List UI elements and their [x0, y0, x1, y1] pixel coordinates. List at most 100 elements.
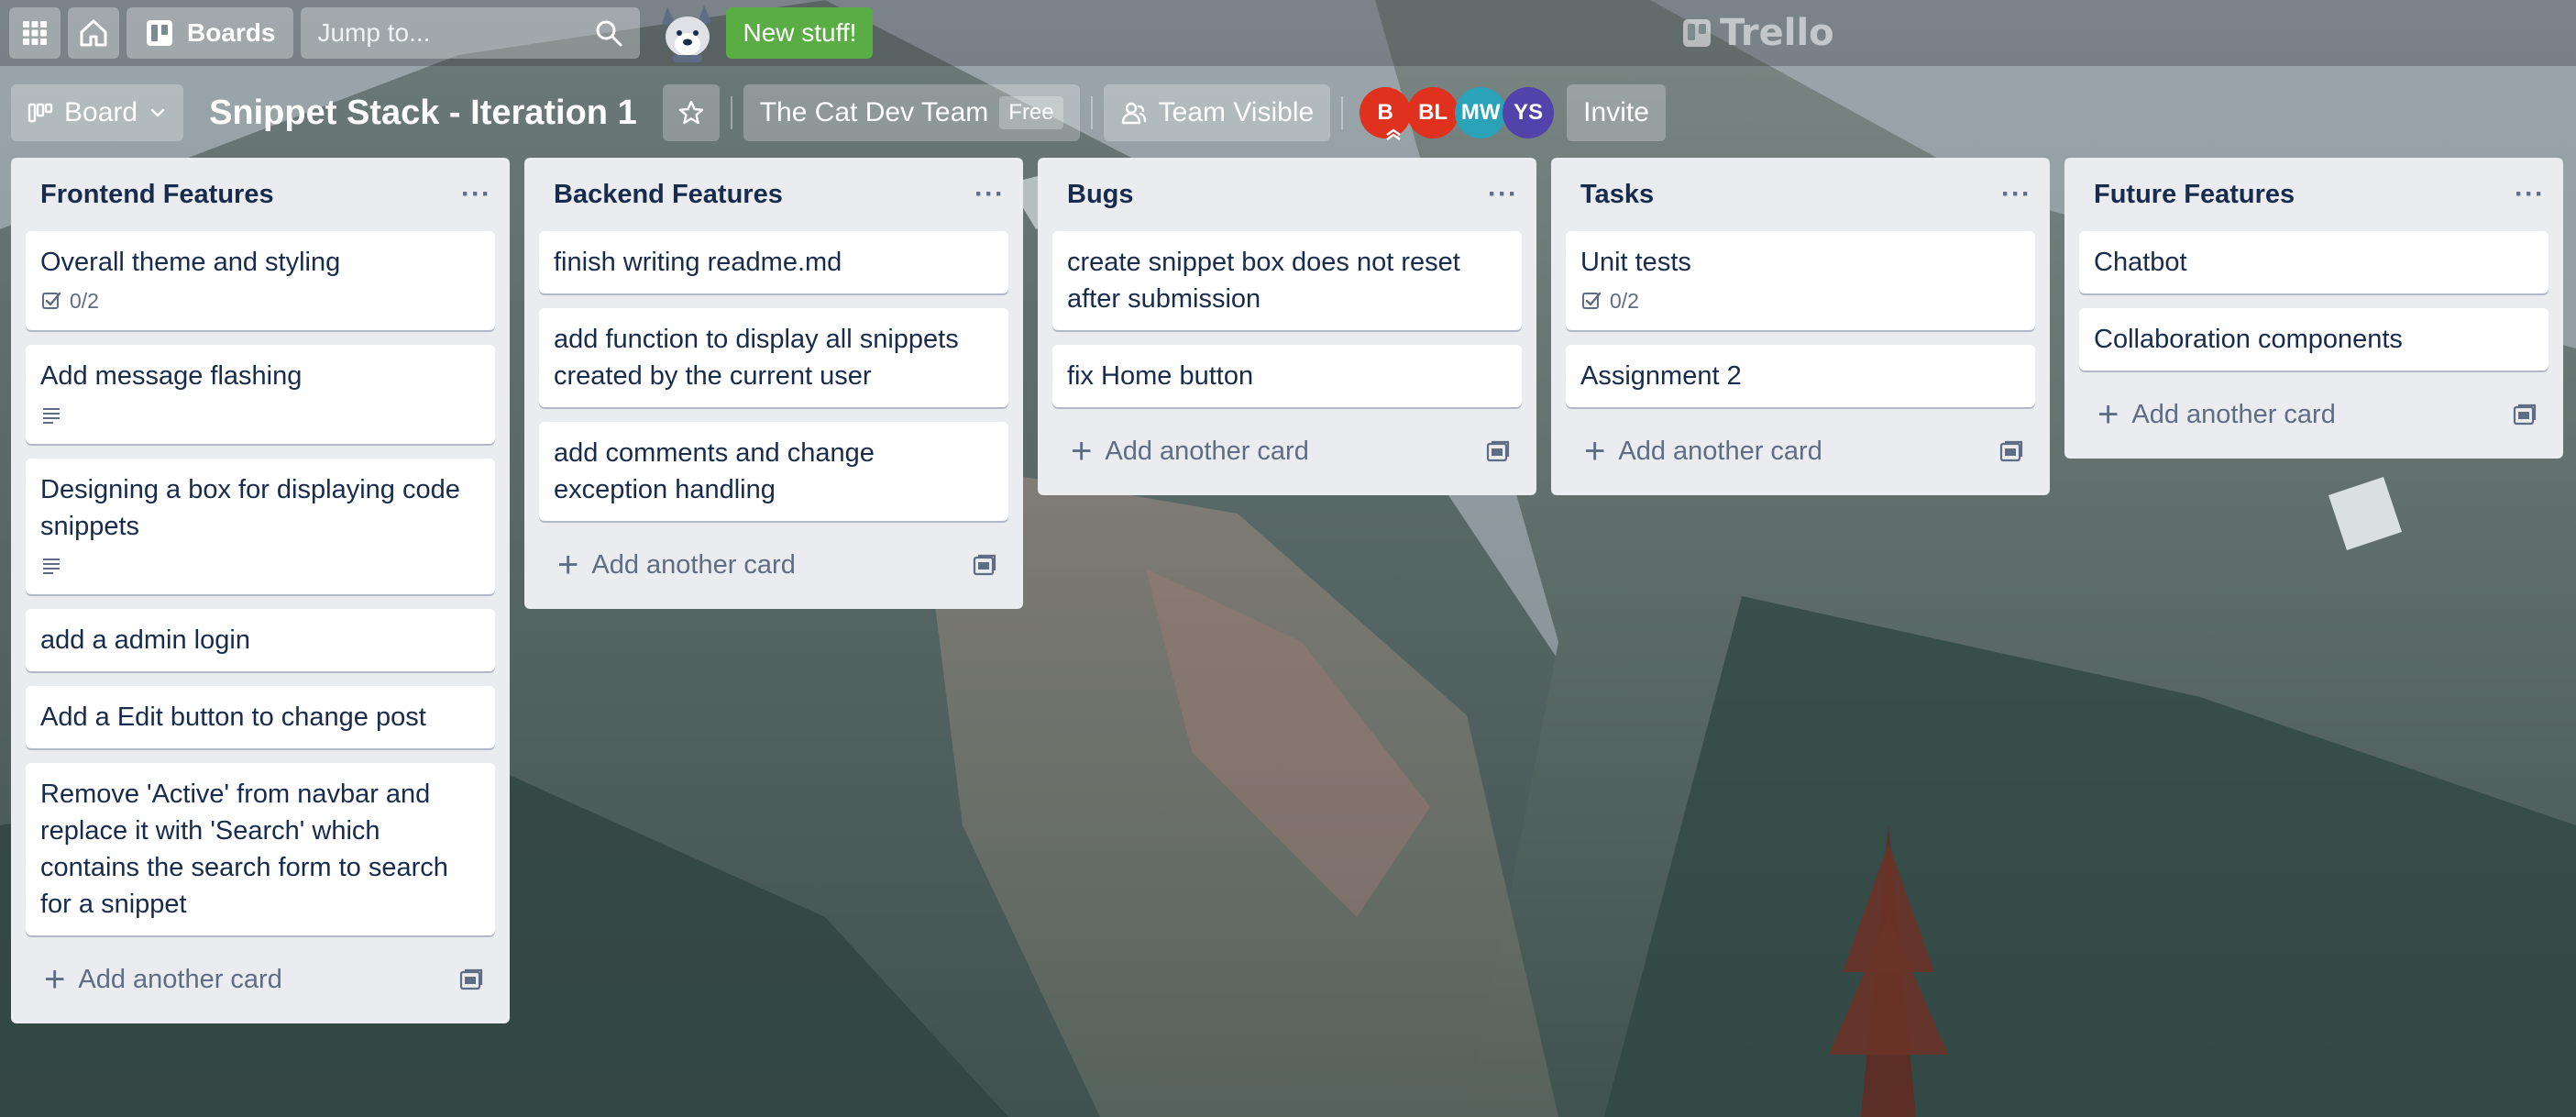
admin-chevron-icon [1386, 128, 1401, 140]
invite-button[interactable]: Invite [1567, 84, 1666, 141]
list-header: Frontend Features ··· [26, 158, 495, 231]
plus-icon: + [1584, 431, 1606, 471]
list-title[interactable]: Future Features [2094, 180, 2295, 210]
card[interactable]: add comments and change exception handli… [539, 422, 1008, 521]
add-card-label: Add another card [78, 964, 282, 994]
card[interactable]: Add a Edit button to change post [26, 686, 495, 748]
card-template-icon[interactable] [2512, 402, 2537, 427]
card-badges: 0/2 [1580, 284, 2020, 317]
star-icon [678, 100, 703, 125]
visibility-label: Team Visible [1158, 97, 1315, 127]
board-view-switcher[interactable]: Board [11, 84, 184, 141]
home-icon [80, 19, 107, 47]
card-badges: 0/2 [40, 284, 480, 317]
card[interactable]: Designing a box for displaying code snip… [26, 459, 495, 594]
card[interactable]: Remove 'Active' from navbar and replace … [26, 763, 495, 935]
add-card-button[interactable]: + Add another card [2079, 385, 2548, 444]
add-card-label: Add another card [591, 549, 796, 580]
list-menu-icon[interactable]: ··· [2515, 179, 2545, 210]
list-header: Future Features ··· [2079, 158, 2548, 231]
list-title[interactable]: Tasks [1580, 180, 1654, 210]
card-template-icon[interactable] [458, 967, 484, 992]
checklist-count: 0/2 [1610, 289, 1639, 313]
header-divider [1090, 96, 1093, 129]
trello-logo-text: Trello [1720, 12, 1834, 54]
star-board-button[interactable] [662, 84, 720, 141]
list-menu-icon[interactable]: ··· [974, 179, 1005, 210]
board-header: Board Snippet Stack - Iteration 1 The Ca… [0, 83, 2576, 143]
add-card-label: Add another card [2131, 399, 2336, 429]
team-plan-badge: Free [999, 96, 1063, 129]
trello-logo[interactable]: Trello [1683, 11, 1834, 55]
list-frontend-features: Frontend Features ··· Overall theme and … [11, 158, 510, 1023]
checklist-icon [42, 292, 61, 309]
list-menu-icon[interactable]: ··· [1488, 179, 1518, 210]
card[interactable]: Chatbot [2079, 231, 2548, 293]
search-input[interactable]: Jump to... [301, 7, 641, 59]
list-backend-features: Backend Features ··· finish writing read… [524, 158, 1023, 609]
board-view-label: Board [64, 97, 138, 127]
member-avatar[interactable]: YS [1503, 87, 1555, 138]
card[interactable]: finish writing readme.md [539, 231, 1008, 293]
card-template-icon[interactable] [1485, 438, 1511, 464]
add-card-label: Add another card [1105, 436, 1309, 466]
list-header: Backend Features ··· [539, 158, 1008, 231]
add-card-left: + Add another card [2097, 396, 2336, 433]
card-title: Chatbot [2094, 248, 2187, 277]
member-avatar[interactable]: BL [1407, 87, 1459, 138]
taco-mascot-icon[interactable] [655, 2, 721, 64]
card-template-icon[interactable] [972, 552, 997, 578]
add-card-label: Add another card [1618, 436, 1822, 466]
list-menu-icon[interactable]: ··· [461, 179, 491, 210]
board-title[interactable]: Snippet Stack - Iteration 1 [198, 84, 648, 141]
card-template-icon[interactable] [1998, 438, 2024, 464]
checklist-badge: 0/2 [40, 282, 99, 319]
trello-logo-icon [1683, 19, 1711, 47]
list-title[interactable]: Backend Features [554, 180, 783, 210]
add-card-left: + Add another card [44, 961, 282, 998]
card-title: fix Home button [1067, 361, 1254, 391]
card-title: Add a Edit button to change post [40, 702, 426, 732]
card[interactable]: fix Home button [1052, 345, 1522, 407]
card-title: Designing a box for displaying code snip… [40, 475, 460, 541]
list-title[interactable]: Frontend Features [40, 180, 274, 210]
list-header: Tasks ··· [1566, 158, 2035, 231]
add-card-button[interactable]: + Add another card [1052, 422, 1522, 481]
list-tasks: Tasks ··· Unit tests 0/2 Assignment 2 + [1551, 158, 2050, 495]
apps-switcher-button[interactable] [9, 7, 61, 59]
add-card-button[interactable]: + Add another card [539, 536, 1008, 594]
visibility-button[interactable]: Team Visible [1103, 84, 1331, 141]
list-menu-icon[interactable]: ··· [2001, 179, 2031, 210]
team-name: The Cat Dev Team [759, 97, 989, 127]
home-button[interactable] [68, 7, 119, 59]
card[interactable]: Assignment 2 [1566, 345, 2035, 407]
card-title: Remove 'Active' from navbar and replace … [40, 780, 448, 919]
description-icon [43, 408, 60, 424]
card[interactable]: create snippet box does not reset after … [1052, 231, 1522, 330]
member-avatar[interactable]: B [1360, 87, 1412, 140]
team-button[interactable]: The Cat Dev Team Free [743, 84, 1080, 141]
boards-button[interactable]: Boards [127, 7, 294, 59]
card-title: Unit tests [1580, 248, 1691, 277]
list-title[interactable]: Bugs [1067, 180, 1134, 210]
new-stuff-button[interactable]: New stuff! [726, 7, 874, 59]
member-avatar[interactable]: MW [1455, 87, 1507, 138]
card[interactable]: Unit tests 0/2 [1566, 231, 2035, 330]
card[interactable]: Overall theme and styling 0/2 [26, 231, 495, 330]
card[interactable]: add function to display all snippets cre… [539, 308, 1008, 407]
search-icon [596, 20, 622, 47]
card[interactable]: Collaboration components [2079, 308, 2548, 370]
card-title: create snippet box does not reset after … [1067, 248, 1460, 314]
add-card-left: + Add another card [557, 547, 796, 583]
list-header: Bugs ··· [1052, 158, 1522, 231]
checklist-icon [1582, 292, 1602, 309]
card[interactable]: add a admin login [26, 609, 495, 671]
plus-icon: + [1071, 431, 1093, 471]
card-title: finish writing readme.md [554, 248, 842, 277]
add-card-left: + Add another card [1584, 433, 1822, 470]
add-card-button[interactable]: + Add another card [26, 950, 495, 1009]
board-members: B BL MW YS [1360, 87, 1555, 140]
list-bugs: Bugs ··· create snippet box does not res… [1038, 158, 1536, 495]
card[interactable]: Add message flashing [26, 345, 495, 444]
add-card-button[interactable]: + Add another card [1566, 422, 2035, 481]
